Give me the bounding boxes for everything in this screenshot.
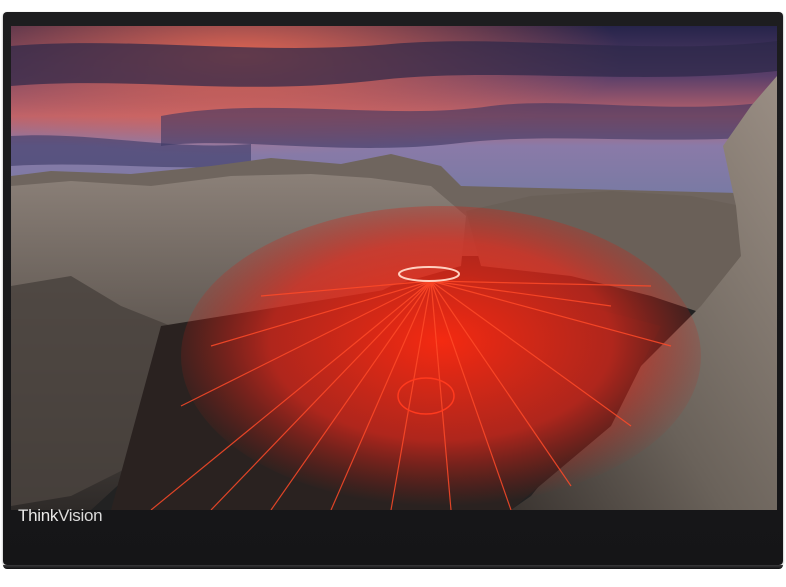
monitor-chin (3, 510, 783, 565)
brand-think-text: Think (18, 506, 59, 525)
wallpaper-photo (11, 26, 777, 510)
monitor (3, 12, 783, 565)
monitor-screen (11, 26, 777, 510)
brand-logo: ThinkVision (18, 506, 103, 526)
monitor-bottom-edge (3, 565, 783, 569)
brand-vision-text: Vision (58, 506, 103, 525)
